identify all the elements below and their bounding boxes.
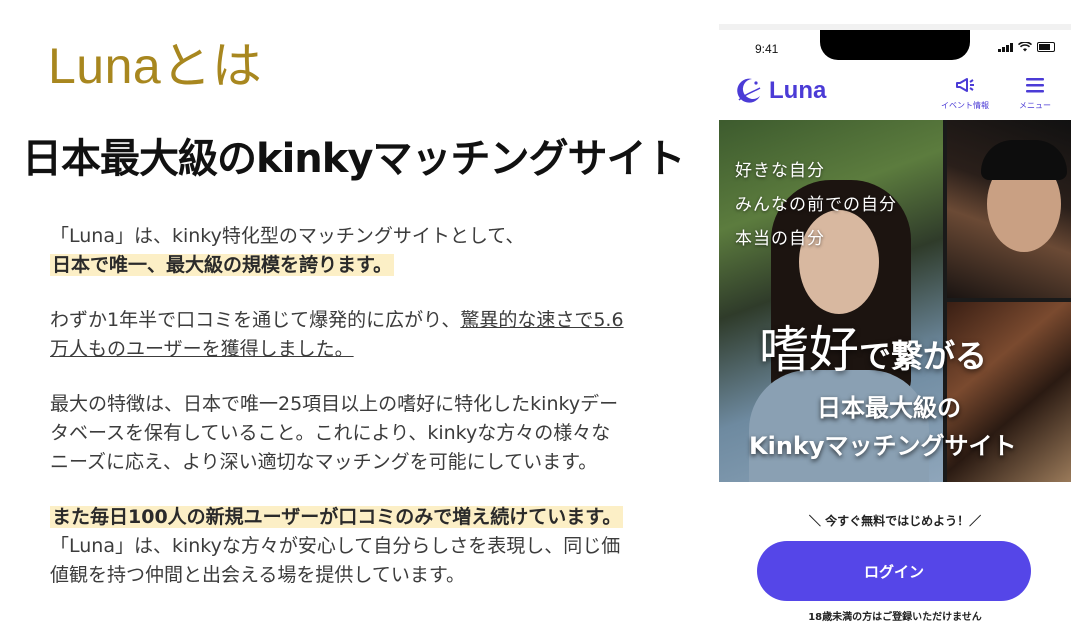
hero-tagline-3: 本当の自分 — [735, 229, 825, 249]
phone-notch — [820, 30, 970, 60]
community-line-2: 「Luna」は、kinkyな方々が安心して自分らしさを表現し、同じ価 — [50, 535, 621, 557]
community-line-3: 値観を持つ仲間と出会える場を提供しています。 — [50, 564, 465, 586]
man-hair-shape — [981, 140, 1067, 180]
event-info-label: イベント情報 — [941, 101, 989, 110]
hamburger-icon — [1015, 76, 1055, 100]
page-title: Lunaとは — [48, 38, 263, 94]
cta-text: ＼ 今すぐ無料ではじめよう！／ — [808, 514, 982, 528]
hero-line-3: Kinkyマッチングサイト — [749, 432, 1017, 460]
growth-underline-1: 驚異的な速さで5.6 — [460, 309, 624, 331]
community-highlight: また毎日100人の新規ユーザーが口コミのみで増え続けています。 — [50, 506, 624, 528]
status-icons — [998, 42, 1055, 52]
page-subtitle: 日本最大級のkinkyマッチングサイト — [22, 136, 685, 182]
hero-headline-kanji: 嗜好 — [759, 321, 859, 379]
intro-line: 「Luna」は、kinky特化型のマッチングサイトとして、 — [50, 225, 525, 247]
age-notice: 18歳未満の方はご登録いただけません — [808, 612, 982, 623]
growth-text: わずか1年半で口コミを通じて爆発的に広がり、 — [50, 309, 461, 331]
status-time: 9:41 — [755, 42, 779, 56]
login-button[interactable]: ログイン — [757, 541, 1031, 601]
signal-icon — [998, 42, 1013, 52]
hero-tagline-2: みんなの前での自分 — [735, 195, 897, 215]
paragraph-intro: 「Luna」は、kinky特化型のマッチングサイトとして、 日本で唯一、最大級の… — [50, 222, 660, 280]
hero-headline-rest: で繋がる — [859, 337, 988, 375]
menu-label: メニュー — [1019, 101, 1051, 110]
event-info-button[interactable]: イベント情報 — [937, 76, 993, 111]
feature-line-3: ニーズに応え、より深い適切なマッチングを可能にしています。 — [50, 451, 598, 473]
growth-underline-2: 万人ものユーザーを獲得しました。 — [50, 338, 354, 360]
hero-line-2: 日本最大級の — [817, 394, 961, 422]
intro-highlight: 日本で唯一、最大級の規模を誇ります。 — [50, 254, 395, 276]
logo-text: Luna — [769, 77, 827, 104]
wifi-icon — [1018, 42, 1032, 52]
feature-line-2: タベースを保有していること。これにより、kinkyな方々の様々な — [50, 422, 611, 444]
app-header: Luna イベント情報 メニュー — [719, 74, 1071, 120]
paragraph-growth: わずか1年半で口コミを通じて爆発的に広がり、驚異的な速さで5.6 万人ものユーザ… — [50, 306, 660, 364]
luna-logo[interactable]: Luna — [733, 76, 826, 106]
paragraph-community: また毎日100人の新規ユーザーが口コミのみで増え続けています。 「Luna」は、… — [50, 503, 660, 590]
menu-button[interactable]: メニュー — [1015, 76, 1055, 111]
hero-tagline-1: 好きな自分 — [735, 161, 825, 181]
moon-logo-icon — [737, 78, 761, 103]
description-panel: Lunaとは 日本最大級のkinkyマッチングサイト 「Luna」は、kinky… — [0, 0, 700, 634]
hero-banner: 好きな自分 みんなの前での自分 本当の自分 嗜好で繋がる 日本最大級の Kink… — [719, 120, 1071, 482]
battery-icon — [1037, 42, 1055, 52]
hero-headline: 嗜好で繋がる — [759, 310, 987, 382]
paragraph-feature: 最大の特徴は、日本で唯一25項目以上の嗜好に特化したkinkyデー タベースを保… — [50, 390, 660, 477]
feature-line-1: 最大の特徴は、日本で唯一25項目以上の嗜好に特化したkinkyデー — [50, 393, 619, 415]
phone-mockup: 9:41 Luna イベント情報 メニュー 好きな自分 みんなの前での自分 本当… — [719, 24, 1071, 634]
megaphone-icon — [937, 76, 993, 100]
